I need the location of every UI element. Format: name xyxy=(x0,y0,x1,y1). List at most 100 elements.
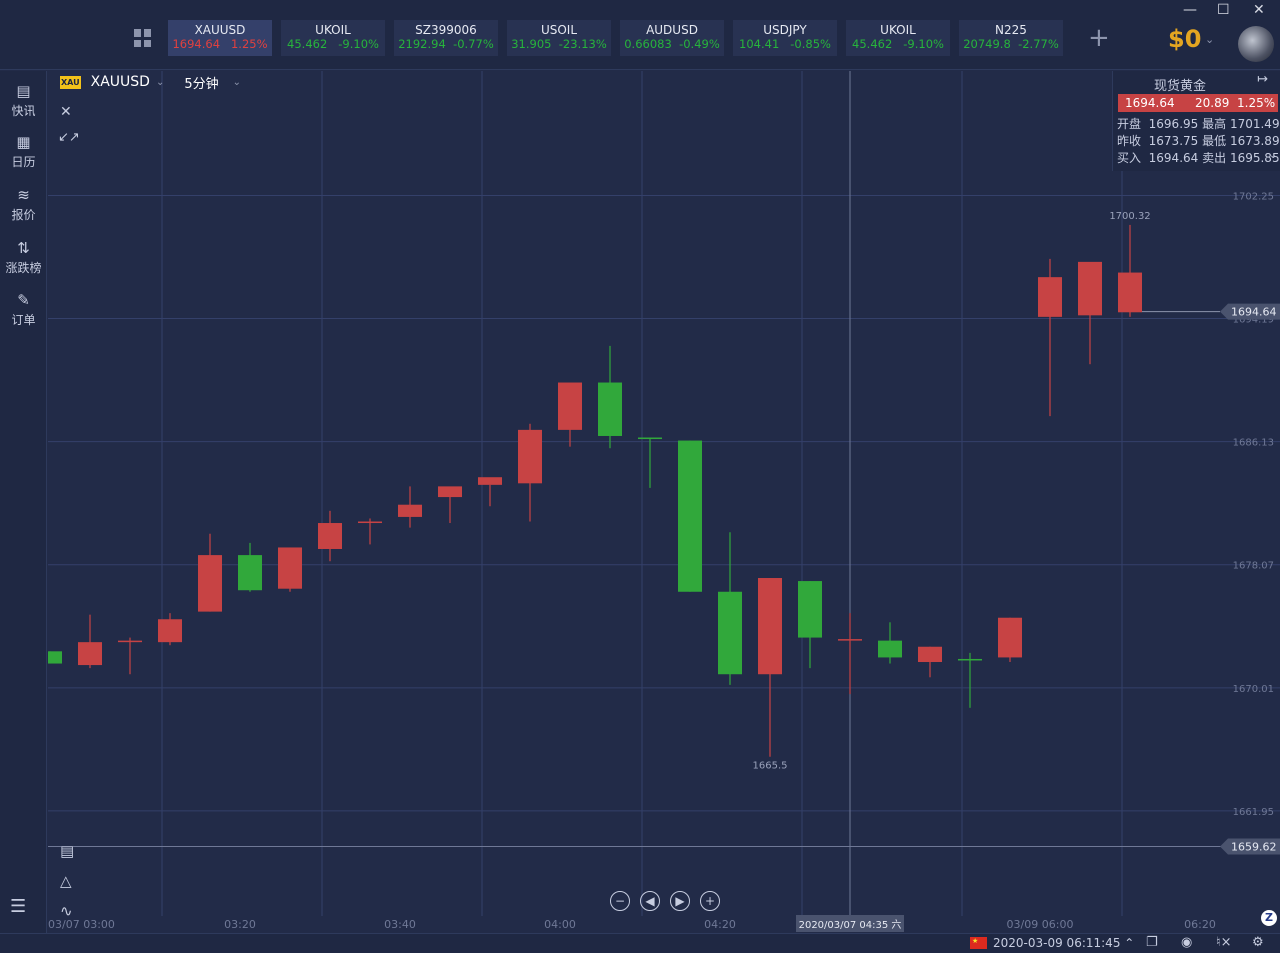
prev-low-row: 昨收 1673.75 最低 1673.89 xyxy=(1117,134,1280,148)
candle-body xyxy=(598,382,622,436)
ticker-symbol: UKOIL xyxy=(315,23,351,37)
sidebar-item-quotes[interactable]: ≋ 报价 xyxy=(0,187,47,223)
candle-body xyxy=(478,477,502,485)
candle-body xyxy=(918,646,942,663)
ticker-tab-ukoil[interactable]: UKOIL 45.462 -9.10% xyxy=(281,20,385,56)
calendar-icon: ▦ xyxy=(16,133,31,151)
sidebar-item-orders[interactable]: ✎ 订单 xyxy=(0,292,47,328)
pulse-icon[interactable]: ∿ xyxy=(60,902,73,920)
bid-ask-row: 买入 1694.64 卖出 1695.85 xyxy=(1117,151,1280,165)
current-price: 1694.64 xyxy=(1125,96,1175,110)
sort-icon: ⇅ xyxy=(17,239,30,257)
add-ticker-button[interactable]: + xyxy=(1088,25,1110,51)
settings-icon[interactable]: ⚙ xyxy=(1252,935,1264,950)
drawing-tool-icon[interactable]: △ xyxy=(60,872,72,890)
scroll-end-button[interactable]: ▶ xyxy=(670,891,690,911)
ticker-quote: 45.462 -9.10% xyxy=(287,37,379,51)
close-window-button[interactable]: ✕ xyxy=(1253,2,1265,18)
zoom-in-button[interactable]: + xyxy=(700,891,720,911)
ticker-symbol: USOIL xyxy=(540,23,578,37)
price-annotation: 1700.32 xyxy=(1109,211,1150,222)
price-tag-label: 1694.64 xyxy=(1231,306,1277,319)
minimize-button[interactable]: — xyxy=(1183,2,1197,18)
ticker-quote: 104.41 -0.85% xyxy=(739,37,831,51)
grid-layout-icon[interactable] xyxy=(134,29,152,47)
candle-body xyxy=(48,651,62,664)
indicator-icon[interactable]: ▤ xyxy=(60,842,74,860)
candle-body xyxy=(318,523,342,549)
chevron-down-icon[interactable]: ⌄ xyxy=(233,77,241,88)
ticker-bar: XAUUSD 1694.64 1.25% UKOIL 45.462 -9.10%… xyxy=(0,0,1280,70)
y-tick-label: 1670.01 xyxy=(1233,684,1274,695)
compress-icon[interactable]: ↙↗ xyxy=(58,130,80,145)
candle-body xyxy=(238,555,262,591)
ticker-tab-sz399006[interactable]: SZ399006 2192.94 -0.77% xyxy=(394,20,498,56)
candle-body xyxy=(1038,277,1062,317)
price-tag-label: 1659.62 xyxy=(1231,841,1277,854)
scroll-start-button[interactable]: ◀ xyxy=(640,891,660,911)
open-high-row: 开盘 1696.95 最高 1701.49 xyxy=(1117,117,1280,131)
symbol-selector[interactable]: XAUUSD xyxy=(91,74,150,90)
candle-body xyxy=(838,639,862,641)
status-datetime: 2020-03-09 06:11:45 ⌃ xyxy=(993,936,1135,950)
ticker-symbol: USDJPY xyxy=(763,23,807,37)
instrument-name: 现货黄金 xyxy=(1154,79,1207,94)
chevron-down-icon[interactable]: ⌄ xyxy=(1205,33,1214,46)
app-logo-icon: Z xyxy=(1261,910,1277,926)
price-bar: 1694.64 20.89 1.25% xyxy=(1118,94,1278,112)
candle-body xyxy=(558,382,582,430)
status-bar: ★ 2020-03-09 06:11:45 ⌃ ❐ ◉ ♮× ⚙ xyxy=(0,933,1280,953)
candle-body xyxy=(758,578,782,675)
candle-body xyxy=(718,591,742,675)
ticker-tab-usoil[interactable]: USOIL 31.905 -23.13% xyxy=(507,20,611,56)
candle-body xyxy=(198,555,222,612)
y-tick-label: 1678.07 xyxy=(1233,561,1274,572)
avatar[interactable] xyxy=(1238,26,1274,62)
chevron-down-icon[interactable]: ⌄ xyxy=(156,77,164,88)
x-tick-label: 03/09 06:00 xyxy=(1007,918,1074,931)
ticker-quote: 1694.64 1.25% xyxy=(172,37,268,51)
account-balance[interactable]: $0 xyxy=(1168,25,1201,53)
candle-body xyxy=(358,521,382,524)
sidebar-item-label: 报价 xyxy=(11,208,36,222)
close-icon[interactable]: ✕ xyxy=(60,104,72,120)
ticker-symbol: UKOIL xyxy=(880,23,916,37)
zoom-out-button[interactable]: − xyxy=(610,891,630,911)
symbol-badge: XAU xyxy=(60,75,81,89)
ticker-tab-usdjpy[interactable]: USDJPY 104.41 -0.85% xyxy=(733,20,837,56)
candle-body xyxy=(438,486,462,498)
candle-body xyxy=(78,642,102,666)
interval-selector[interactable]: 5分钟 xyxy=(184,73,218,92)
x-tick-label: 06:20 xyxy=(1184,918,1216,931)
sidebar-item-news[interactable]: ▤ 快讯 xyxy=(0,83,47,119)
price-annotation: 1665.5 xyxy=(753,761,788,772)
ticker-tab-audusd[interactable]: AUDUSD 0.66083 -0.49% xyxy=(620,20,724,56)
ticker-tab-n225[interactable]: N225 20749.8 -2.77% xyxy=(959,20,1063,56)
chevron-down-icon[interactable]: ⌄ xyxy=(1269,150,1277,161)
price-change-pct: 1.25% xyxy=(1237,96,1276,110)
sidebar-item-calendar[interactable]: ▦ 日历 xyxy=(0,134,47,170)
x-tick-label: 04:00 xyxy=(544,918,576,931)
mute-icon[interactable]: ♮× xyxy=(1216,935,1232,950)
price-change: 20.89 xyxy=(1195,96,1230,110)
ticker-quote: 20749.8 -2.77% xyxy=(963,37,1059,51)
window-icon[interactable]: ❐ xyxy=(1146,935,1158,950)
exit-panel-icon[interactable]: ↦ xyxy=(1257,72,1268,87)
candle-body xyxy=(958,658,982,661)
sidebar-item-movers[interactable]: ⇅ 涨跌榜 xyxy=(0,240,47,276)
y-tick-label: 1686.13 xyxy=(1233,438,1274,449)
camera-icon[interactable]: ◉ xyxy=(1181,935,1192,950)
candle-body xyxy=(398,504,422,517)
ticker-symbol: XAUUSD xyxy=(194,23,246,37)
ticker-tab-ukoil-2[interactable]: UKOIL 45.462 -9.10% xyxy=(846,20,950,56)
candle-body xyxy=(278,547,302,589)
candlestick-chart[interactable]: 1702.251694.191686.131678.071670.011661.… xyxy=(48,71,1280,933)
ticker-tab-xauusd[interactable]: XAUUSD 1694.64 1.25% xyxy=(168,20,272,56)
menu-icon[interactable]: ☰ xyxy=(10,896,26,917)
ticker-quote: 0.66083 -0.49% xyxy=(624,37,720,51)
maximize-button[interactable]: ☐ xyxy=(1217,2,1230,18)
crosshair-time-label: 2020/03/07 04:35 六 xyxy=(799,919,902,931)
candle-body xyxy=(118,640,142,643)
china-flag-icon: ★ xyxy=(970,937,987,949)
candle-body xyxy=(518,429,542,484)
